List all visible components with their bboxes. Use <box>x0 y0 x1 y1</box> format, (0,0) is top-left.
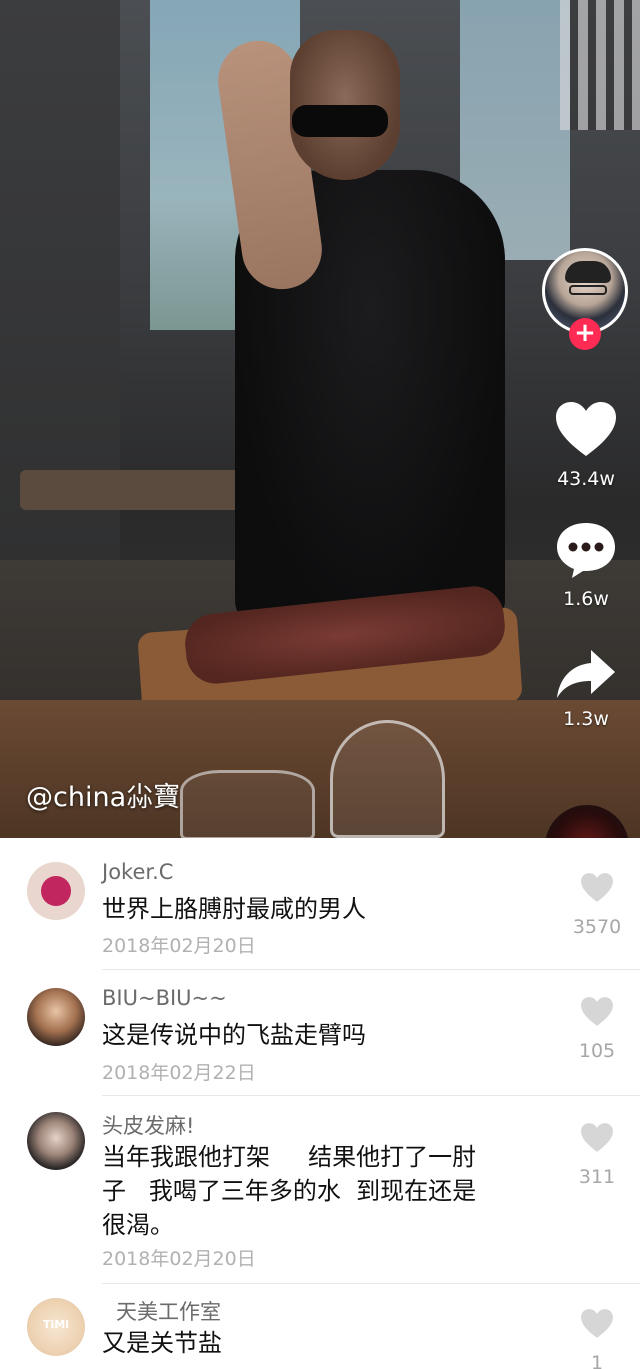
author-avatar-container[interactable]: + <box>542 248 628 350</box>
heart-icon <box>581 1309 613 1338</box>
commenter-name[interactable]: 天美工作室 <box>116 1296 221 1326</box>
comment-text-line: 子 我喝了三年多的水 到现在还是 <box>102 1177 477 1205</box>
comment-date: 2018年02月22日 <box>102 1062 256 1084</box>
comment-like-button[interactable]: 105 <box>566 996 628 1062</box>
comment-count: 1.6w <box>563 588 609 610</box>
comment-like-count: 3570 <box>572 916 622 938</box>
comment-text-line: 很渴。 <box>102 1211 174 1239</box>
commenter-avatar[interactable] <box>27 1112 85 1170</box>
commenter-name[interactable]: BIU~BIU~~ <box>102 986 227 1010</box>
video-player[interactable]: @china尛寶 + 43.4w 1.6w 1.3w <box>0 0 640 838</box>
comment-like-count: 1 <box>590 1352 604 1369</box>
share-button[interactable]: 1.3w <box>548 648 624 730</box>
comment-date: 2018年02月20日 <box>102 935 256 957</box>
wine-glass <box>330 720 445 838</box>
avatar-logo-text: TiMi <box>43 1318 69 1331</box>
commenter-avatar[interactable] <box>27 862 85 920</box>
comment-item: 头皮发麻! 当年我跟他打架 结果他打了一肘 子 我喝了三年多的水 到现在还是 很… <box>0 1096 640 1282</box>
comment-like-button[interactable]: 3570 <box>566 872 628 938</box>
share-arrow-icon <box>557 650 615 698</box>
heart-icon <box>581 873 613 902</box>
commenter-avatar[interactable] <box>27 988 85 1046</box>
comment-text: 当年我跟他打架 结果他打了一肘 子 我喝了三年多的水 到现在还是 很渴。 <box>102 1140 542 1242</box>
comment-text: 这是传说中的飞盐走臂吗 <box>102 1021 366 1049</box>
comment-text-line: 当年我跟他打架 结果他打了一肘 <box>102 1143 477 1171</box>
comment-button[interactable]: 1.6w <box>548 520 624 610</box>
comment-text: 世界上胳膊肘最咸的男人 <box>102 895 366 923</box>
foreground-table <box>0 700 640 838</box>
background-window <box>560 0 640 130</box>
flower-icon <box>41 876 71 906</box>
commenter-name[interactable]: 头皮发麻! <box>102 1110 194 1140</box>
comment-date: 2018年02月20日 <box>102 1248 256 1270</box>
avatar-glasses <box>569 285 607 295</box>
heart-icon <box>581 997 613 1026</box>
commenter-name[interactable]: Joker.C <box>102 860 173 884</box>
like-count: 43.4w <box>557 468 615 490</box>
comment-like-count: 311 <box>578 1166 616 1188</box>
comment-text: 又是关节盐 <box>102 1329 222 1357</box>
heart-icon <box>556 402 616 456</box>
heart-icon <box>581 1123 613 1152</box>
comment-like-button[interactable]: 311 <box>566 1122 628 1188</box>
wine-glass <box>180 770 315 838</box>
comment-item: BIU~BIU~~ 这是传说中的飞盐走臂吗 2018年02月22日 105 <box>0 970 640 1094</box>
comment-bubble-icon <box>557 523 615 578</box>
comment-item: Joker.C 世界上胳膊肘最咸的男人 2018年02月20日 3570 <box>0 838 640 968</box>
sunglasses <box>292 105 388 137</box>
like-button[interactable]: 43.4w <box>548 400 624 490</box>
share-count: 1.3w <box>563 708 609 730</box>
comment-item: TiMi 天美工作室 又是关节盐 1 <box>0 1284 640 1369</box>
commenter-avatar[interactable]: TiMi <box>27 1298 85 1356</box>
avatar-hair <box>565 261 611 283</box>
author-watermark: @china尛寶 <box>26 782 181 813</box>
follow-plus-icon[interactable]: + <box>569 318 601 350</box>
comment-like-count: 105 <box>578 1040 616 1062</box>
comment-like-button[interactable]: 1 <box>566 1308 628 1369</box>
comment-list: Joker.C 世界上胳膊肘最咸的男人 2018年02月20日 3570 BIU… <box>0 838 640 1369</box>
